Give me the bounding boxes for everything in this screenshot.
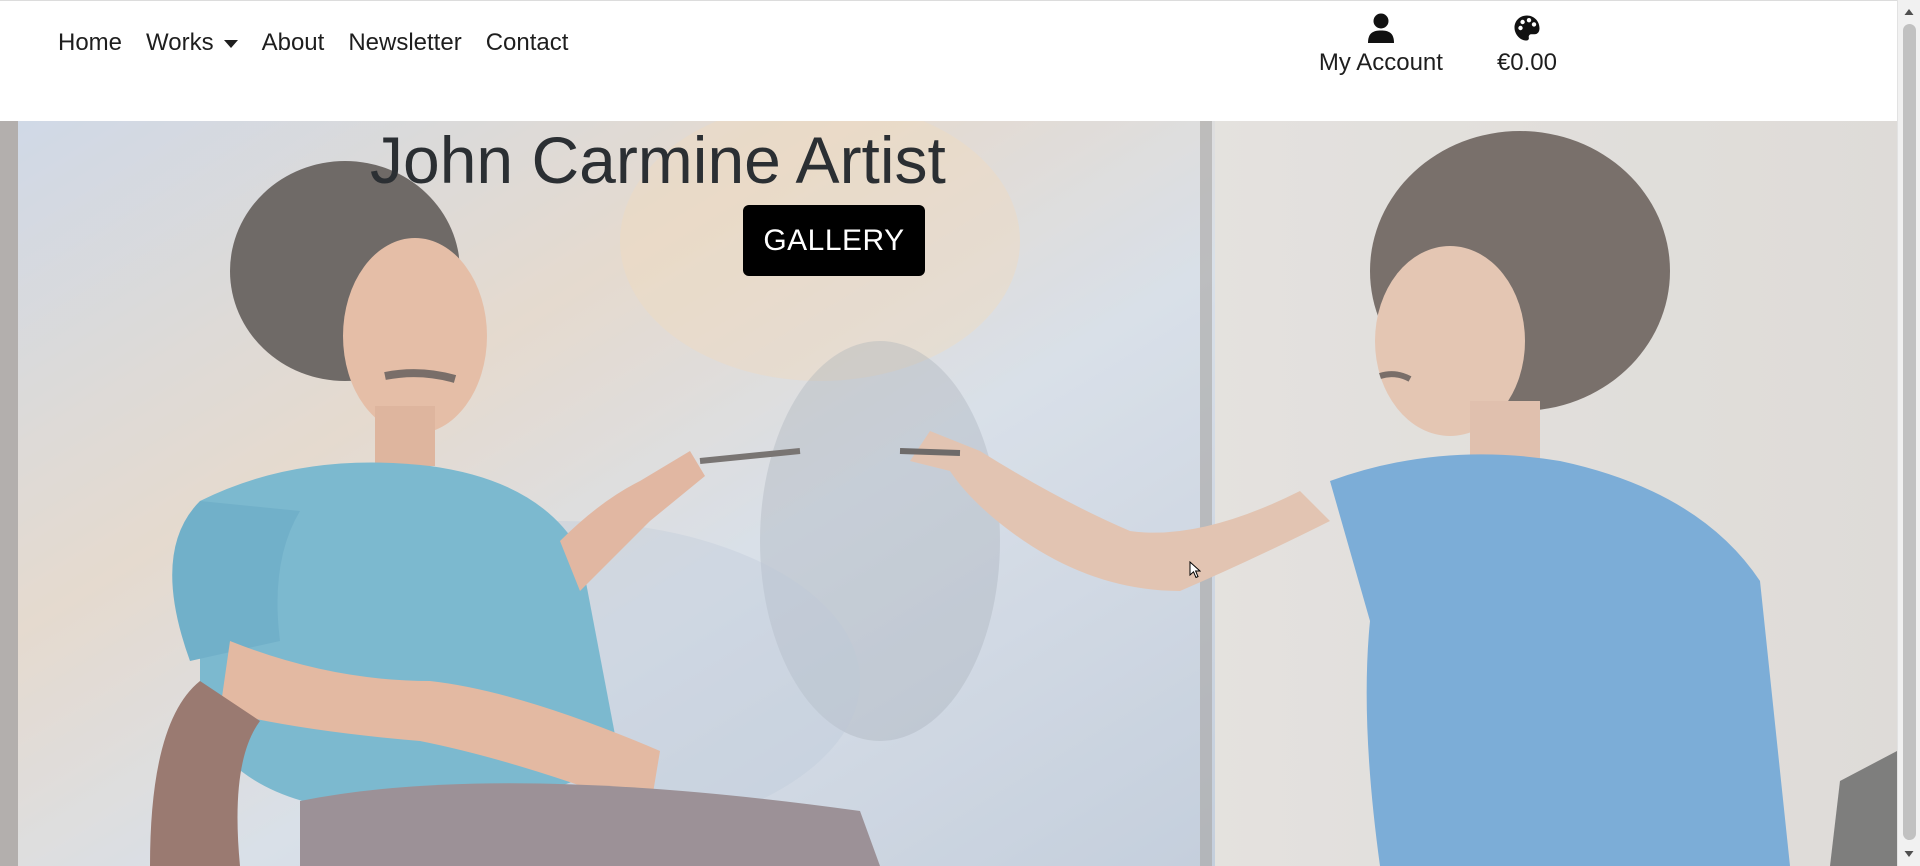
palette-icon — [1514, 15, 1540, 41]
vertical-scrollbar[interactable] — [1897, 0, 1920, 866]
nav-link-about-label: About — [261, 29, 325, 56]
cart-link[interactable]: €0.00 — [1497, 13, 1557, 79]
user-icon — [1367, 13, 1394, 43]
nav-links: Home Works About Newsletter Contact — [46, 27, 580, 59]
nav-link-newsletter-label: Newsletter — [348, 29, 462, 56]
hero-section: John Carmine Artist GALLERY — [0, 121, 1897, 866]
nav-link-works[interactable]: Works — [134, 27, 250, 59]
nav-link-home[interactable]: Home — [46, 27, 134, 59]
hero-overlay — [0, 121, 1897, 866]
nav-link-about[interactable]: About — [250, 27, 337, 59]
scrollbar-thumb[interactable] — [1903, 24, 1916, 840]
page-viewport: Home Works About Newsletter Contact My A… — [0, 0, 1897, 866]
nav-link-contact-label: Contact — [485, 29, 569, 56]
nav-link-contact[interactable]: Contact — [474, 27, 581, 59]
nav-link-works-label: Works — [146, 29, 214, 56]
hero-title: John Carmine Artist — [370, 123, 946, 197]
my-account-label: My Account — [1318, 49, 1443, 76]
nav-link-newsletter[interactable]: Newsletter — [336, 27, 473, 59]
my-account-link[interactable]: My Account — [1319, 13, 1443, 79]
scroll-down-arrow-icon[interactable] — [1898, 844, 1920, 864]
nav-right: My Account €0.00 — [1319, 13, 1557, 79]
scroll-up-arrow-icon[interactable] — [1898, 2, 1920, 22]
navbar: Home Works About Newsletter Contact My A… — [0, 1, 1897, 121]
gallery-button[interactable]: GALLERY — [743, 205, 925, 276]
mouse-pointer-icon — [1189, 561, 1201, 579]
cart-total-label: €0.00 — [1496, 49, 1557, 76]
nav-link-home-label: Home — [58, 29, 123, 56]
caret-down-icon — [223, 40, 238, 48]
